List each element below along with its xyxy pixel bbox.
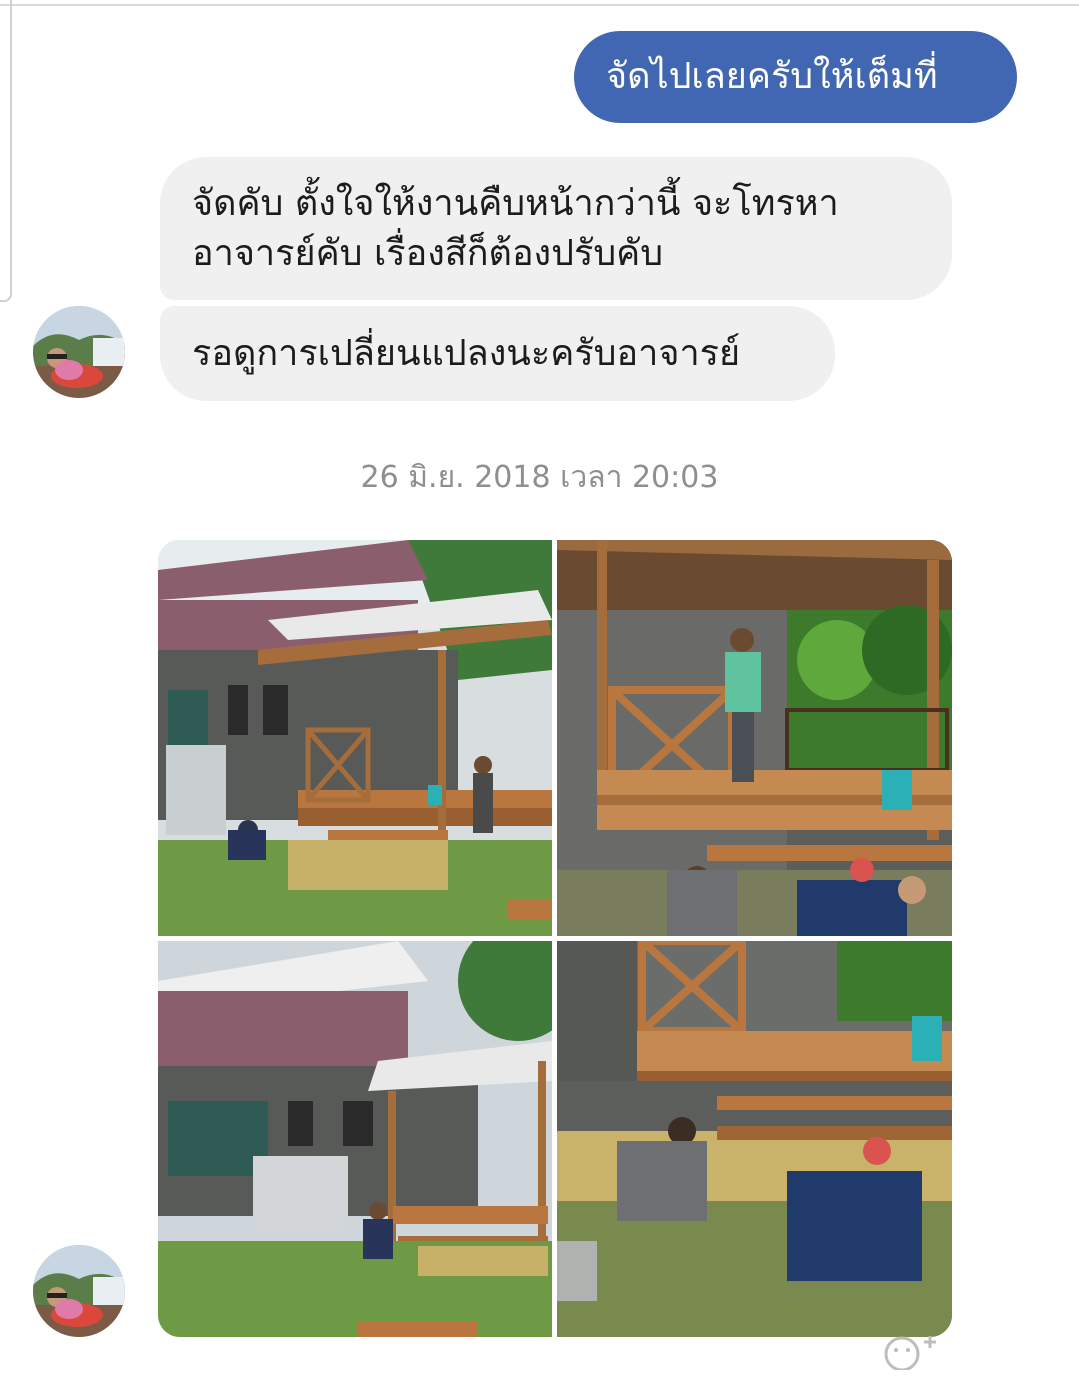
photo-2[interactable]	[557, 540, 952, 936]
message-incoming[interactable]: รอดูการเปลี่ยนแปลงนะครับอาจารย์	[160, 306, 835, 401]
photo-3[interactable]	[158, 941, 552, 1337]
top-divider	[0, 4, 1079, 6]
message-incoming[interactable]: จัดคับ ตั้งใจให้งานคืบหน้ากว่านี้ จะโทรห…	[160, 157, 952, 300]
photo-4[interactable]	[557, 941, 952, 1337]
add-reaction-icon[interactable]	[882, 1330, 952, 1372]
avatar[interactable]	[33, 1245, 125, 1337]
message-outgoing[interactable]: จัดไปเลยครับให้เต็มที่	[574, 31, 1017, 123]
scroll-edge	[0, 0, 12, 302]
avatar[interactable]	[33, 306, 125, 398]
message-timestamp: 26 มิ.ย. 2018 เวลา 20:03	[360, 460, 719, 495]
photo-1[interactable]	[158, 540, 552, 936]
